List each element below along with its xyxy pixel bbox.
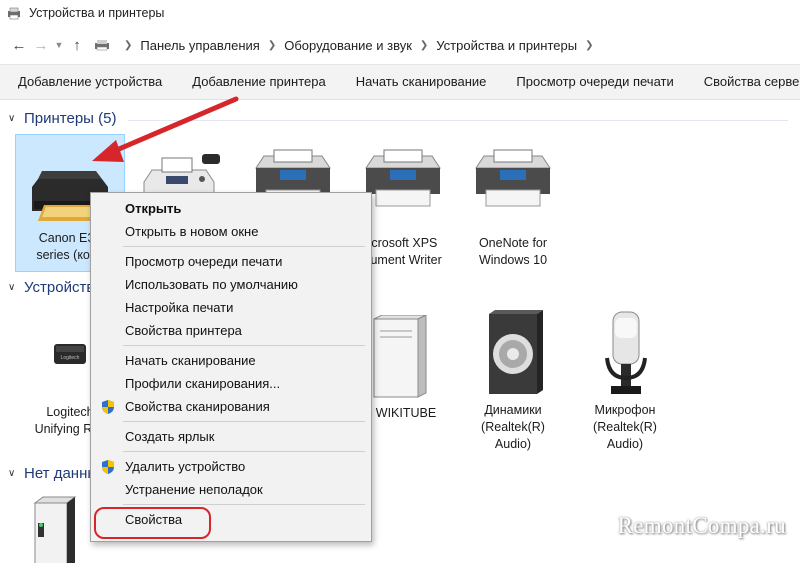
- red-pointer-arrow-icon: [92, 96, 239, 162]
- watermark-text: RemontCompa.ru: [617, 513, 786, 538]
